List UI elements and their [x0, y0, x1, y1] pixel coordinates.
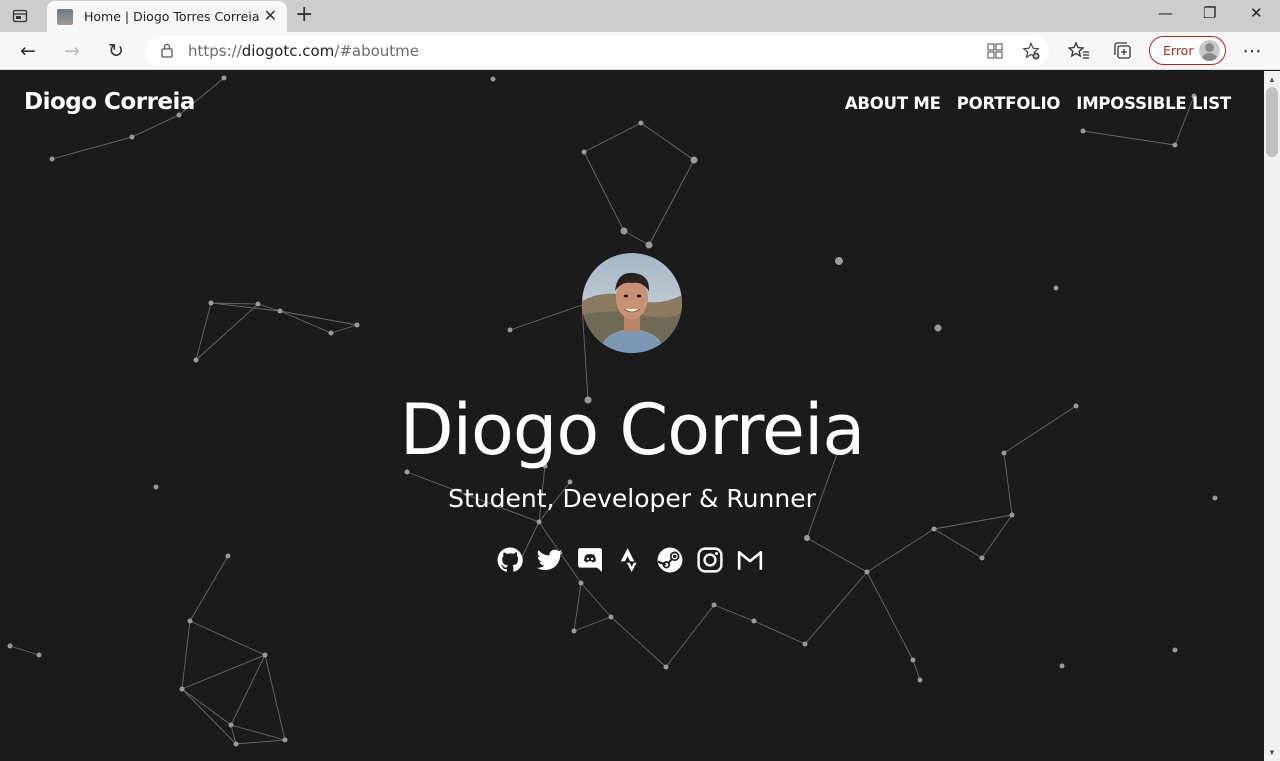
url-text[interactable]: https://diogotc.com/#aboutme — [188, 42, 419, 60]
more-menu-icon[interactable]: ⋯ — [1240, 39, 1264, 63]
twitter-icon[interactable] — [537, 547, 563, 573]
url-prefix: https:// — [188, 42, 242, 60]
page-viewport: Diogo Correia ABOUT ME PORTFOLIO IMPOSSI… — [0, 71, 1264, 761]
profile-photo — [582, 253, 682, 353]
nav-about-me[interactable]: ABOUT ME — [845, 94, 941, 113]
page-scrollbar[interactable]: ▲ ▼ — [1264, 71, 1280, 761]
add-favorite-icon[interactable] — [1022, 42, 1040, 60]
tab-title: Home | Diogo Torres Correia — [84, 9, 260, 24]
profile-status-label: Error — [1163, 43, 1194, 58]
tab-actions-icon[interactable] — [12, 8, 28, 24]
scroll-down-arrow-icon[interactable]: ▼ — [1268, 748, 1276, 757]
instagram-icon[interactable] — [697, 547, 723, 573]
nav-portfolio[interactable]: PORTFOLIO — [957, 94, 1061, 113]
hero-subtitle: Student, Developer & Runner — [448, 484, 816, 513]
url-path: /#aboutme — [334, 42, 420, 60]
restore-button[interactable]: ❐ — [1203, 4, 1216, 22]
profile-avatar-icon — [1199, 40, 1220, 61]
minimize-button[interactable]: — — [1158, 4, 1173, 22]
collections-icon[interactable] — [1112, 40, 1134, 62]
tab-close-icon[interactable]: ✕ — [264, 7, 277, 25]
social-links — [497, 547, 763, 573]
back-button[interactable]: ← — [16, 39, 40, 63]
steam-icon[interactable] — [657, 547, 683, 573]
app-available-icon[interactable] — [986, 42, 1004, 60]
nav-impossible-list[interactable]: IMPOSSIBLE LIST — [1076, 94, 1231, 113]
new-tab-button[interactable]: + — [295, 3, 313, 27]
favorites-icon[interactable] — [1068, 40, 1090, 62]
browser-toolbar: ← → ↻ https://diogotc.com/#aboutme Error — [0, 32, 1280, 70]
reload-button[interactable]: ↻ — [104, 39, 128, 63]
forward-button[interactable]: → — [60, 39, 84, 63]
strava-icon[interactable] — [617, 547, 643, 573]
lock-icon[interactable] — [161, 43, 173, 58]
main-nav: ABOUT ME PORTFOLIO IMPOSSIBLE LIST — [845, 94, 1231, 113]
browser-tab[interactable]: Home | Diogo Torres Correia ✕ — [47, 1, 287, 32]
github-icon[interactable] — [497, 547, 523, 573]
scroll-thumb[interactable] — [1266, 87, 1278, 157]
gmail-icon[interactable] — [737, 547, 763, 573]
window-close-button[interactable]: ✕ — [1250, 4, 1263, 22]
profile-button[interactable]: Error — [1149, 36, 1226, 65]
address-bar[interactable]: https://diogotc.com/#aboutme — [145, 36, 1049, 66]
site-brand-link[interactable]: Diogo Correia — [24, 89, 195, 115]
discord-icon[interactable] — [577, 547, 603, 573]
site-favicon-icon — [57, 9, 73, 25]
scroll-up-arrow-icon[interactable]: ▲ — [1268, 75, 1276, 84]
hero-title: Diogo Correia — [399, 389, 866, 471]
browser-tab-strip: Home | Diogo Torres Correia ✕ + — ❐ ✕ — [0, 0, 1280, 32]
url-host: diogotc.com — [241, 42, 335, 60]
